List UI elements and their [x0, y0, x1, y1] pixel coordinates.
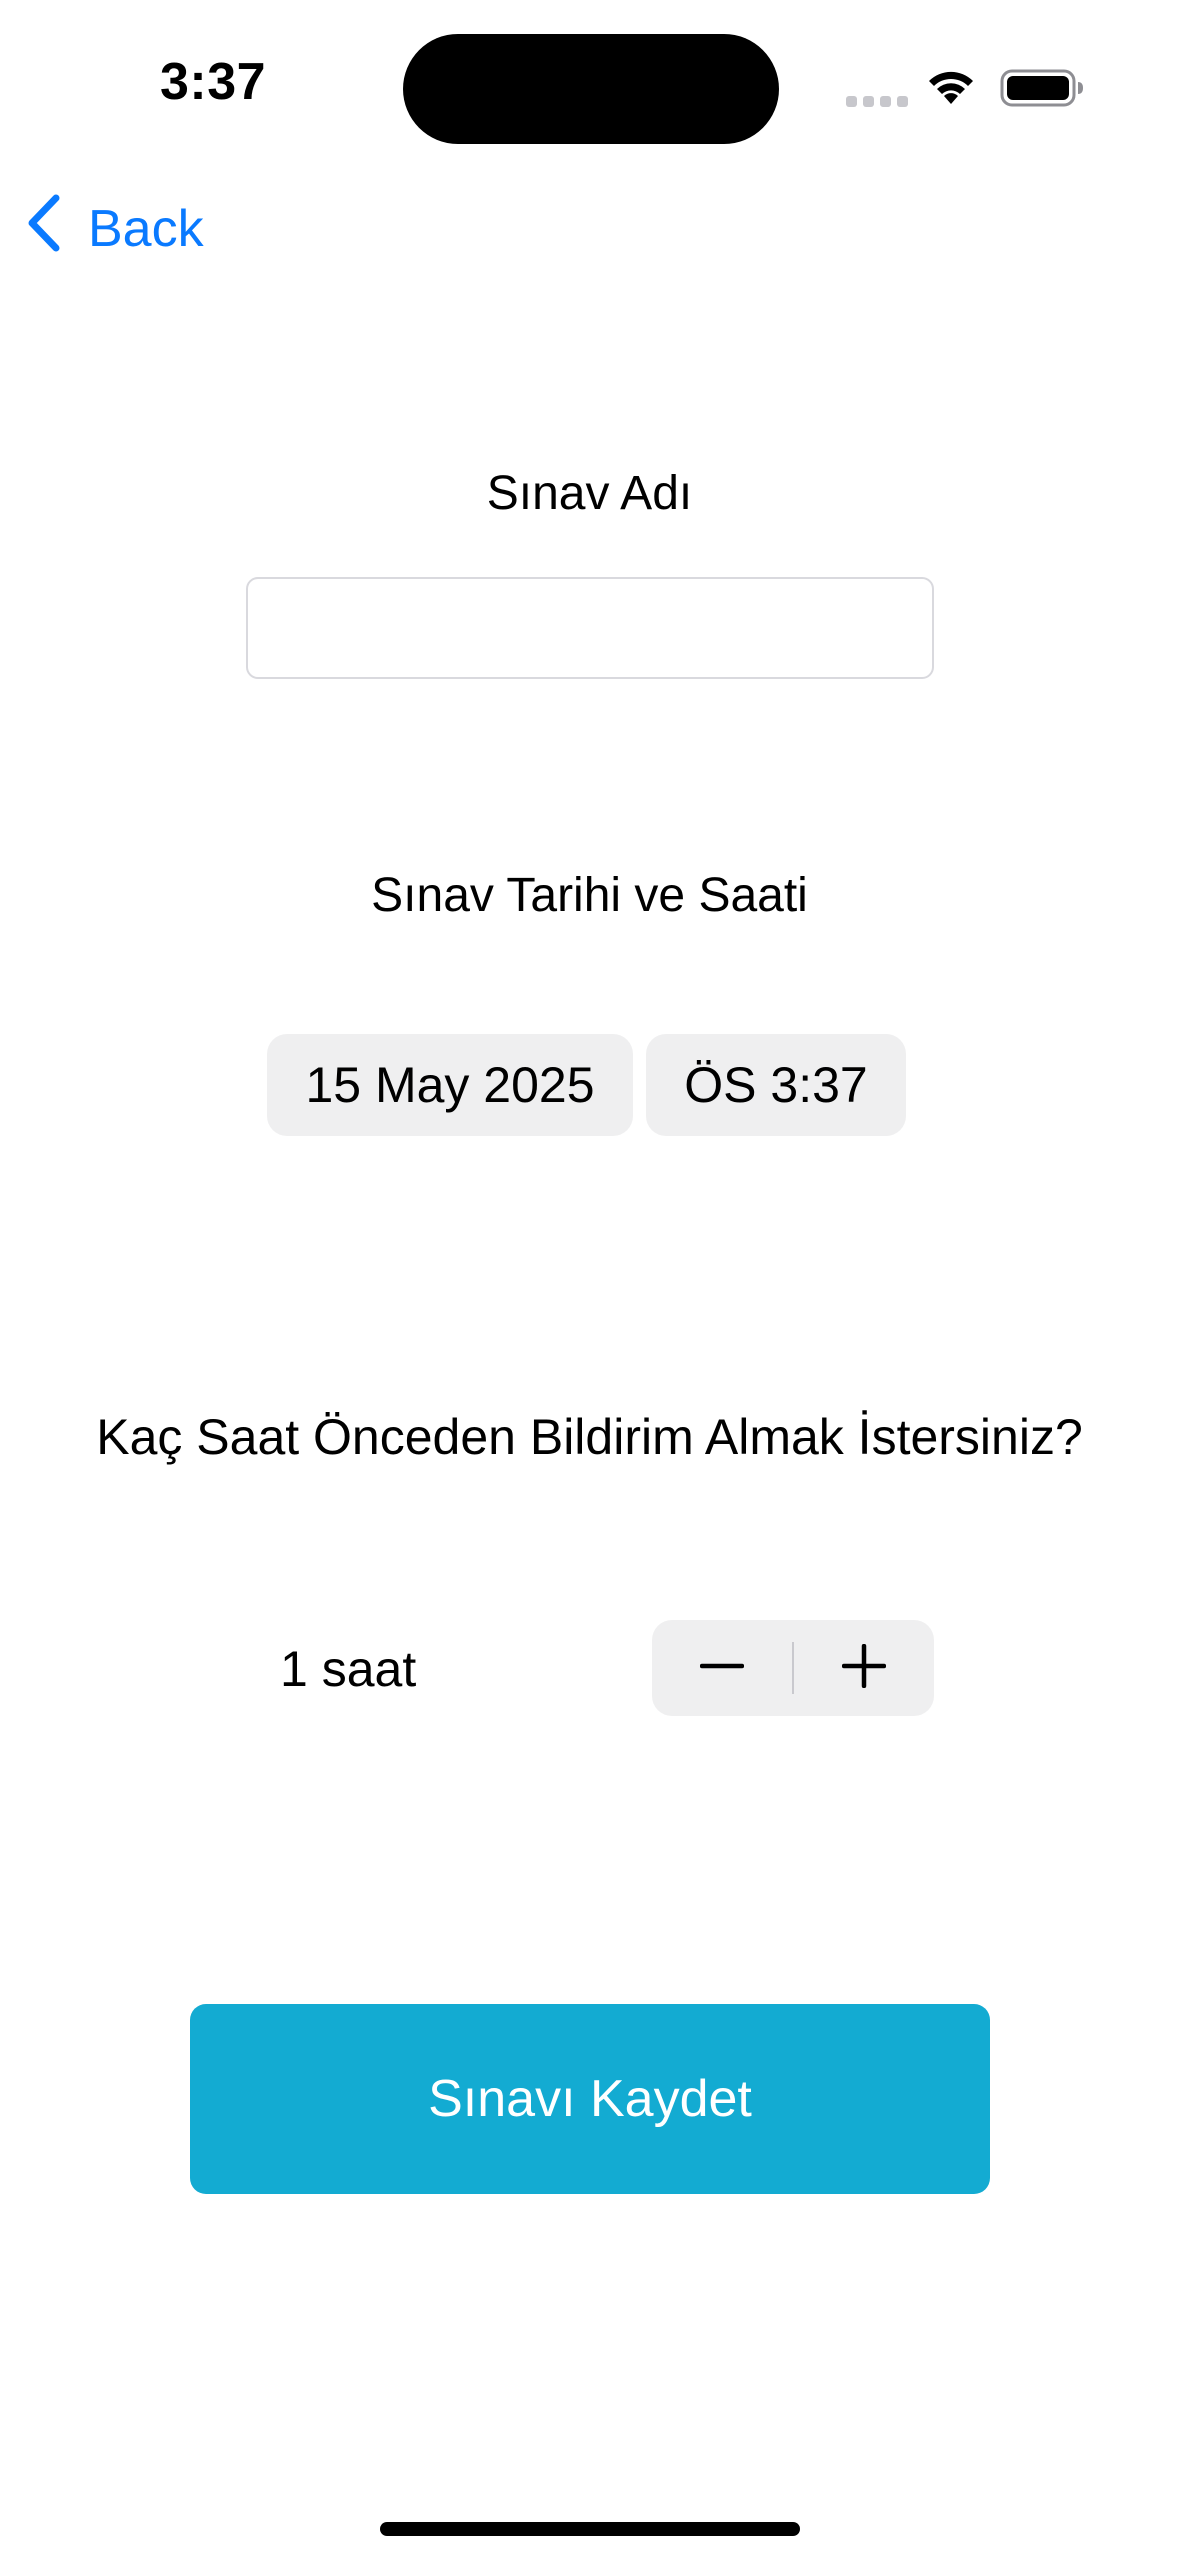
plus-icon [841, 1643, 887, 1693]
minus-icon [699, 1644, 745, 1693]
home-indicator[interactable] [380, 2522, 800, 2536]
exam-name-input[interactable] [246, 577, 934, 679]
back-label: Back [88, 200, 204, 258]
notify-hours-value: 1 saat [280, 1641, 417, 1697]
back-button[interactable]: Back [26, 194, 204, 265]
exam-name-label: Sınav Adı [486, 467, 693, 520]
date-value: 15 May 2025 [305, 1057, 595, 1113]
battery-icon [1000, 68, 1084, 108]
status-time: 3:37 [160, 53, 267, 111]
save-exam-label: Sınavı Kaydet [428, 2070, 752, 2128]
save-exam-button[interactable]: Sınavı Kaydet [190, 2004, 990, 2194]
exam-date-label: Sınav Tarihi ve Saati [371, 869, 808, 922]
increment-button[interactable] [794, 1620, 934, 1716]
decrement-button[interactable] [652, 1620, 792, 1716]
time-value: ÖS 3:37 [684, 1057, 868, 1113]
cellular-signal-icon [846, 96, 908, 108]
chevron-left-icon [26, 194, 88, 265]
notify-hours-label: Kaç Saat Önceden Bildirim Almak İstersin… [96, 1409, 1083, 1465]
date-picker-button[interactable]: 15 May 2025 [267, 1034, 633, 1136]
dynamic-island [403, 34, 779, 144]
time-picker-button[interactable]: ÖS 3:37 [646, 1034, 906, 1136]
wifi-icon [925, 66, 977, 106]
hours-stepper [652, 1620, 934, 1716]
